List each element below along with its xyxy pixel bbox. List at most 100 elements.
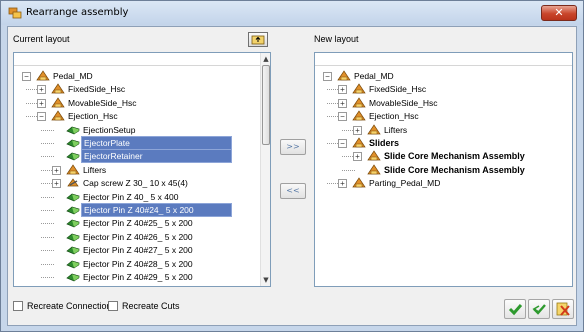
tree-row[interactable]: Ejector Pin Z 40#30_ 5 x 200 [14, 284, 259, 287]
tree-row[interactable]: Slide Core Mechanism Assembly [315, 164, 572, 177]
move-up-level-button[interactable] [248, 32, 268, 47]
tree-row[interactable]: Ejector Pin Z 40#29_ 5 x 200 [14, 271, 259, 284]
tree-item-label[interactable]: FixedSide_Hsc [367, 83, 428, 96]
tree-item-label[interactable]: Slide Core Mechanism Assembly [382, 150, 527, 163]
tree-item-label[interactable]: EjectionSetup [81, 124, 137, 137]
tree-item-label[interactable]: Lifters [382, 124, 409, 137]
checkmark-icon [508, 304, 523, 316]
checkbox-box[interactable] [13, 301, 23, 311]
assembly-icon [367, 150, 381, 161]
tree-row[interactable]: Ejector Pin Z 40#28_ 5 x 200 [14, 258, 259, 271]
ok-button[interactable] [504, 299, 526, 319]
expand-icon[interactable]: + [353, 152, 362, 162]
tree-row[interactable]: − Sliders [315, 137, 572, 150]
current-layout-tree[interactable]: − Pedal_MD + FixedSide_Hsc + MovableSide_Hsc −… [13, 52, 271, 287]
expand-icon[interactable]: + [52, 165, 61, 175]
tree-item-label[interactable]: Ejector Pin Z 40#24_ 5 x 200 [81, 203, 232, 217]
tree-row[interactable]: EjectorRetainer [14, 149, 259, 164]
apply-arrow-icon [532, 304, 546, 315]
tree-item-label[interactable]: Parting_Pedal_MD [367, 177, 442, 190]
tree-item-label[interactable]: MovableSide_Hsc [367, 97, 440, 110]
tree-row[interactable]: + MovableSide_Hsc [315, 97, 572, 110]
collapse-icon[interactable]: − [323, 72, 332, 81]
tree-item-label[interactable]: EjectorPlate [81, 136, 232, 150]
move-right-button[interactable]: >> [280, 139, 306, 155]
part-icon [66, 284, 80, 287]
checkbox-box[interactable] [108, 301, 118, 311]
expand-icon[interactable]: + [353, 125, 362, 135]
tree-item-label[interactable]: Lifters [81, 164, 108, 177]
tree-item-label[interactable]: Ejector Pin Z 40#29_ 5 x 200 [81, 271, 195, 284]
assembly-app-icon [8, 7, 22, 19]
tree-item-label[interactable]: Ejector Pin Z 40#26_ 5 x 200 [81, 231, 195, 244]
tree-connector-line [41, 250, 54, 252]
tree-row[interactable]: EjectorPlate [14, 136, 259, 150]
tree-row[interactable]: − Ejection_Hsc [315, 110, 572, 123]
tree-row[interactable]: + Parting_Pedal_MD [315, 177, 572, 190]
tree-item-label[interactable]: MovableSide_Hsc [66, 97, 139, 110]
tree-row[interactable]: + Lifters [315, 123, 572, 137]
scroll-down-icon[interactable]: ▼ [261, 274, 270, 286]
part-icon [66, 139, 80, 148]
expand-icon[interactable]: + [338, 85, 347, 95]
assembly-icon [352, 137, 366, 148]
tree-row[interactable]: − Pedal_MD [14, 70, 259, 83]
assembly-icon [352, 177, 366, 188]
tree-row[interactable]: + Slide Core Mechanism Assembly [315, 150, 572, 163]
tree-item-label[interactable]: Cap screw Z 30_ 10 x 45(4) [81, 177, 190, 190]
vertical-scrollbar[interactable]: ▲ ▼ [260, 53, 270, 286]
tree-item-label[interactable]: Slide Core Mechanism Assembly [382, 164, 527, 177]
tree-row[interactable]: Ejector Pin Z 40_ 5 x 400 [14, 191, 259, 204]
collapse-icon[interactable]: − [338, 112, 347, 122]
apply-button[interactable] [528, 299, 550, 319]
recreate-cuts-checkbox[interactable]: Recreate Cuts [108, 301, 188, 313]
tree-row[interactable]: EjectionSetup [14, 124, 259, 137]
tree-row[interactable]: Ejector Pin Z 40#26_ 5 x 200 [14, 231, 259, 244]
window-title: Rearrange assembly [26, 7, 129, 18]
tree-item-label[interactable]: Ejector Pin Z 40#27_ 5 x 200 [81, 244, 195, 257]
expand-icon[interactable]: + [338, 98, 347, 108]
tree-item-label[interactable]: Ejection_Hsc [367, 110, 421, 123]
recreate-connection-checkbox[interactable]: Recreate Connection [13, 301, 123, 313]
tree-item-label[interactable]: Ejector Pin Z 40#25_ 5 x 200 [81, 217, 195, 230]
close-button[interactable]: ✕ [541, 5, 577, 21]
expand-icon[interactable]: + [338, 179, 347, 189]
assembly-icon [337, 70, 351, 81]
tree-item-label[interactable]: FixedSide_Hsc [66, 83, 127, 96]
tree-row[interactable]: + FixedSide_Hsc [315, 83, 572, 96]
tree-row[interactable]: Ejector Pin Z 40#25_ 5 x 200 [14, 217, 259, 230]
tree-item-label[interactable]: Ejector Pin Z 40#28_ 5 x 200 [81, 258, 195, 271]
expand-icon[interactable]: + [37, 85, 46, 95]
tree-row[interactable]: + FixedSide_Hsc [14, 83, 259, 96]
tree-row[interactable]: Ejector Pin Z 40#24_ 5 x 200 [14, 203, 259, 217]
tree-row[interactable]: + Lifters [14, 164, 259, 177]
tree-item-label[interactable]: Sliders [367, 137, 401, 150]
tree-item-label[interactable]: Pedal_MD [51, 70, 95, 83]
tree-row[interactable]: + Cap screw Z 30_ 10 x 45(4) [14, 177, 259, 190]
collapse-icon[interactable]: − [22, 72, 31, 81]
tree-row[interactable]: − Ejection_Hsc [14, 110, 259, 123]
cancel-button[interactable] [552, 299, 574, 319]
expand-icon[interactable]: + [52, 179, 61, 189]
scroll-up-icon[interactable]: ▲ [261, 53, 270, 65]
expand-icon[interactable]: + [37, 98, 46, 108]
tree-item-label[interactable]: Ejector Pin Z 40_ 5 x 400 [81, 191, 180, 204]
tree-connector-line [41, 143, 54, 144]
assembly-icon [51, 110, 65, 121]
tree-row[interactable]: + MovableSide_Hsc [14, 97, 259, 110]
collapse-icon[interactable]: − [37, 112, 46, 122]
collapse-icon[interactable]: − [338, 139, 347, 148]
dialog-body: Current layout New layout − Pedal_MD + Fixe… [7, 26, 577, 326]
tree-item-label[interactable]: EjectorRetainer [81, 149, 232, 164]
title-bar[interactable]: Rearrange assembly ✕ [1, 1, 583, 25]
tree-item-label[interactable]: Pedal_MD [352, 70, 396, 83]
tree-row[interactable]: Ejector Pin Z 40#27_ 5 x 200 [14, 244, 259, 257]
tree-item-label[interactable]: Ejector Pin Z 40#30_ 5 x 200 [81, 284, 195, 286]
assembly-icon [51, 97, 65, 108]
tree-item-label[interactable]: Ejection_Hsc [66, 110, 120, 123]
tree-row[interactable]: − Pedal_MD [315, 70, 572, 83]
move-left-button[interactable]: << [280, 183, 306, 199]
scroll-thumb[interactable] [262, 65, 270, 145]
rearrange-assembly-dialog: Rearrange assembly ✕ Current layout New … [0, 0, 584, 332]
new-layout-tree[interactable]: − Pedal_MD + FixedSide_Hsc + MovableSide_Hsc −… [314, 52, 573, 287]
